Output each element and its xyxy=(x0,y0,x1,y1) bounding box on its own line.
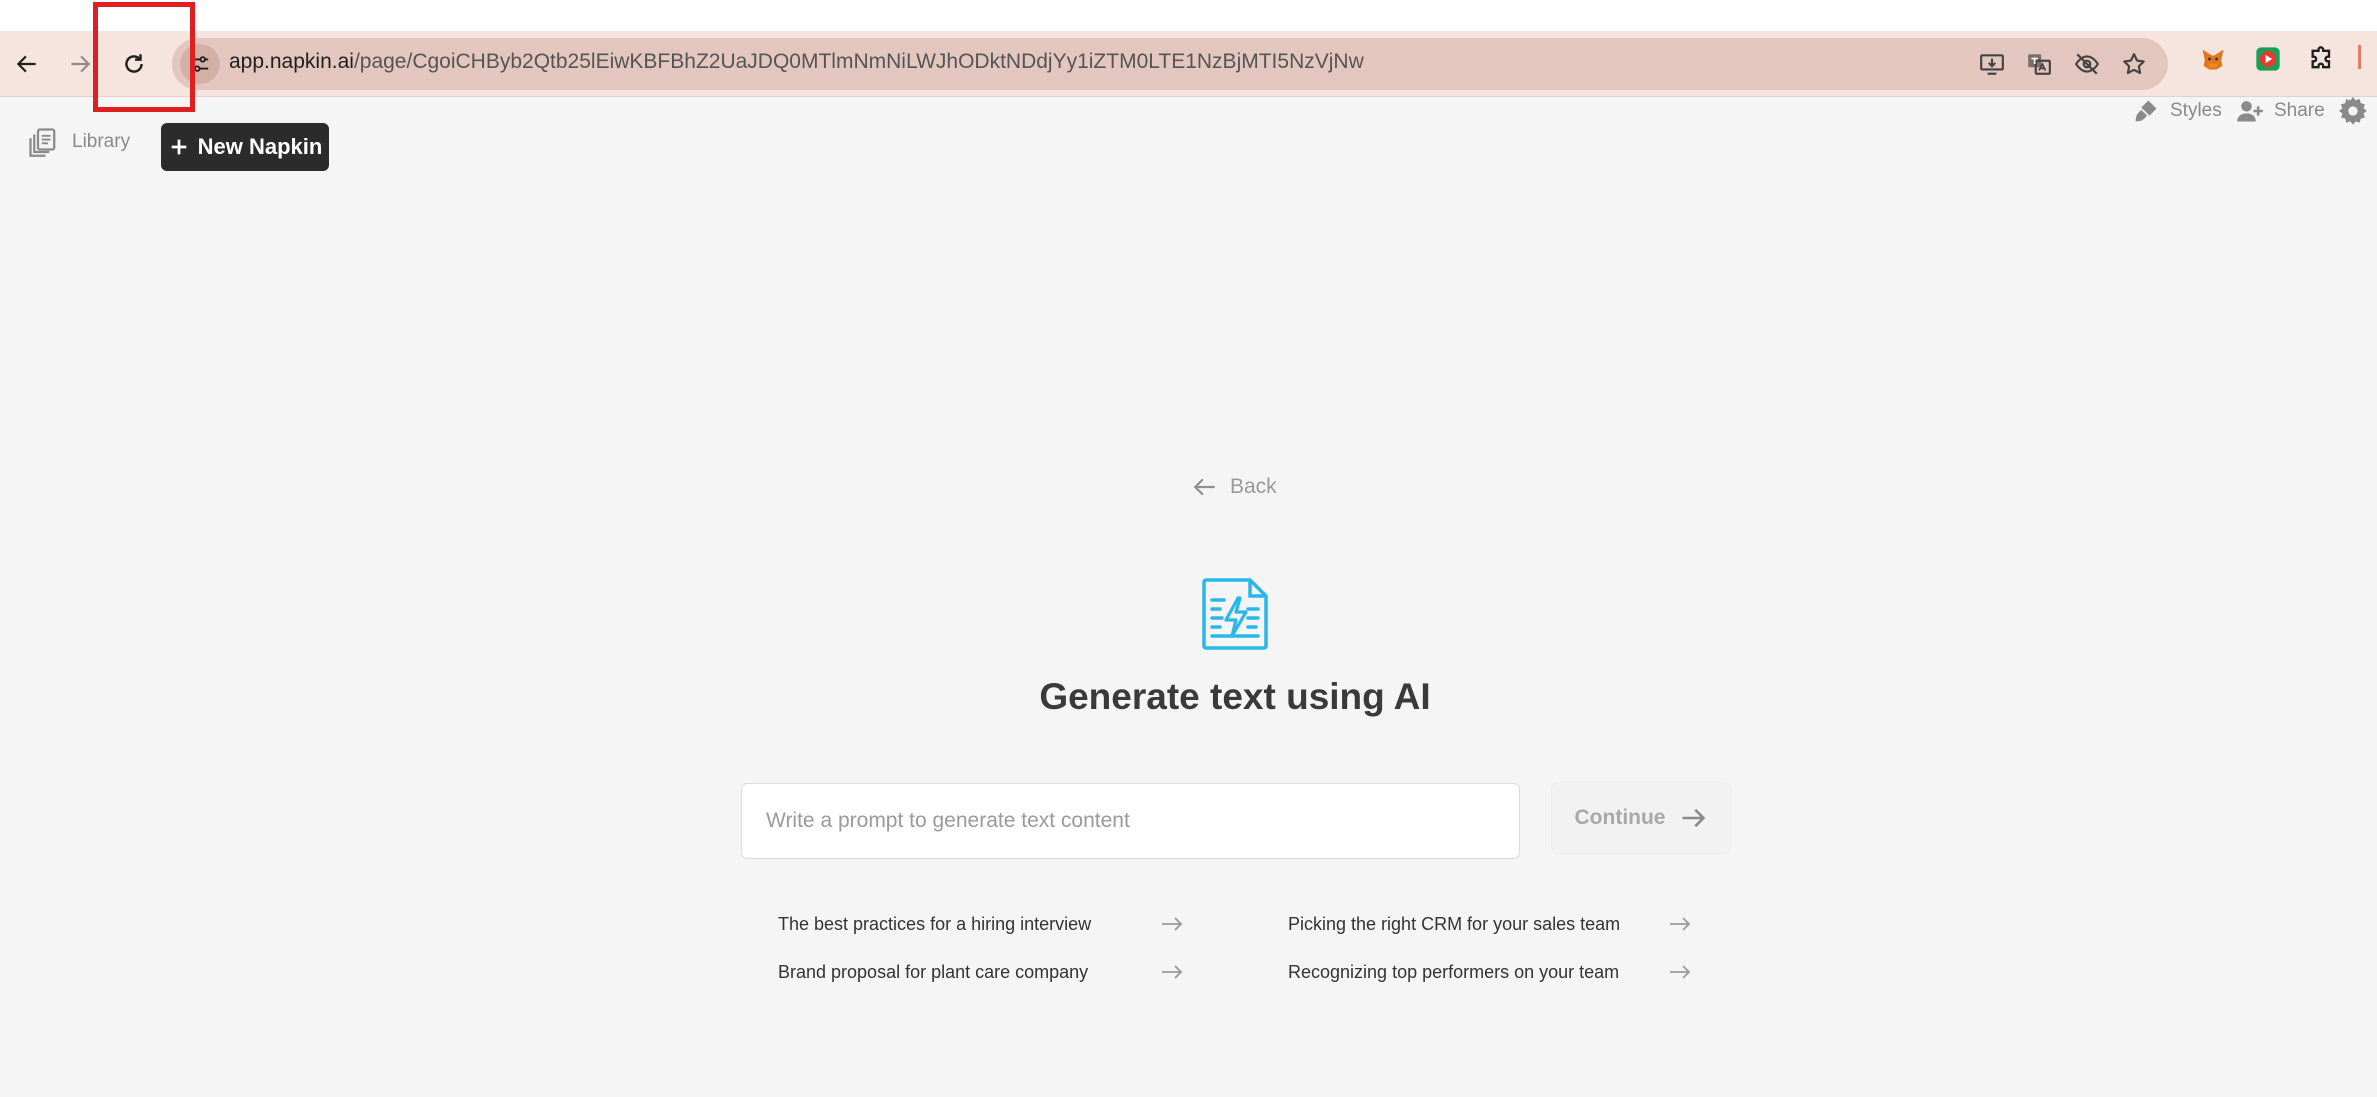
url-host: app.napkin.ai xyxy=(229,50,354,73)
tab-edge-marker xyxy=(2358,45,2361,69)
metamask-extension[interactable] xyxy=(2197,43,2229,75)
url-path: /page/CgoiCHByb2Qtb25lEiwKBFBhZ2UaJDQ0MT… xyxy=(353,50,1364,73)
new-napkin-label: New Napkin xyxy=(197,134,323,159)
settings-button[interactable] xyxy=(2337,95,2369,127)
arrow-right-icon xyxy=(1682,808,1706,828)
suggestion-item[interactable]: Picking the right CRM for your sales tea… xyxy=(1288,907,1698,941)
library-icon xyxy=(29,128,56,157)
continue-button[interactable]: Continue xyxy=(1551,782,1731,854)
styles-button[interactable]: Styles xyxy=(2132,97,2222,125)
arrow-right-icon xyxy=(71,55,91,73)
install-app-button[interactable] xyxy=(1978,50,2006,78)
app-header: Library New Napkin Styles Share xyxy=(0,97,2377,197)
arrow-left-icon xyxy=(1193,478,1215,496)
extensions-button[interactable] xyxy=(2306,43,2338,75)
url-text[interactable]: app.napkin.ai/page/CgoiCHByb2Qtb25lEiwKB… xyxy=(229,50,1364,74)
share-label: Share xyxy=(2274,100,2325,121)
tracking-protection-button[interactable] xyxy=(2073,50,2101,78)
address-bar[interactable]: app.napkin.ai/page/CgoiCHByb2Qtb25lEiwKB… xyxy=(172,38,2168,90)
suggestion-item[interactable]: Brand proposal for plant care company xyxy=(778,955,1188,989)
window-top-strip xyxy=(0,0,2377,31)
styles-label: Styles xyxy=(2170,100,2222,121)
arrow-right-icon xyxy=(1162,917,1183,931)
video-extension[interactable] xyxy=(2252,43,2284,75)
back-button[interactable]: Back xyxy=(1192,474,1277,500)
back-nav-button[interactable] xyxy=(5,42,49,86)
suggestion-label: The best practices for a hiring intervie… xyxy=(778,913,1092,934)
add-person-icon xyxy=(2237,101,2263,122)
brush-icon xyxy=(2135,100,2157,122)
play-icon xyxy=(2256,47,2280,71)
fox-icon xyxy=(2202,49,2224,70)
puzzle-icon xyxy=(2311,46,2331,69)
star-icon xyxy=(2123,53,2145,75)
back-label: Back xyxy=(1230,475,1277,498)
browser-toolbar: app.napkin.ai/page/CgoiCHByb2Qtb25lEiwKB… xyxy=(0,31,2377,97)
suggestion-item[interactable]: The best practices for a hiring intervie… xyxy=(778,907,1188,941)
translate-icon xyxy=(2028,54,2051,75)
library-button[interactable]: Library xyxy=(28,127,130,157)
suggestion-label: Brand proposal for plant care company xyxy=(778,961,1089,982)
library-label: Library xyxy=(72,131,131,152)
gear-icon xyxy=(2339,97,2367,125)
arrow-right-icon xyxy=(1162,965,1183,979)
share-button[interactable]: Share xyxy=(2236,97,2325,125)
new-napkin-button[interactable]: New Napkin xyxy=(161,123,329,171)
continue-label: Continue xyxy=(1574,806,1666,829)
eye-off-icon xyxy=(2074,53,2100,75)
bookmark-button[interactable] xyxy=(2120,50,2148,78)
page-title: Generate text using AI xyxy=(1039,676,1431,717)
arrow-left-icon xyxy=(16,55,36,73)
reload-highlight-box xyxy=(93,2,195,112)
suggestion-label: Recognizing top performers on your team xyxy=(1288,961,1620,982)
arrow-right-icon xyxy=(1670,917,1691,931)
prompt-input[interactable] xyxy=(741,783,1520,859)
translate-button[interactable] xyxy=(2025,50,2053,78)
suggestion-label: Picking the right CRM for your sales tea… xyxy=(1288,913,1621,934)
plus-icon xyxy=(171,139,186,155)
arrow-right-icon xyxy=(1670,965,1691,979)
install-icon xyxy=(1980,54,2004,75)
suggestion-item[interactable]: Recognizing top performers on your team xyxy=(1288,955,1698,989)
ai-document-icon xyxy=(1202,578,1268,650)
